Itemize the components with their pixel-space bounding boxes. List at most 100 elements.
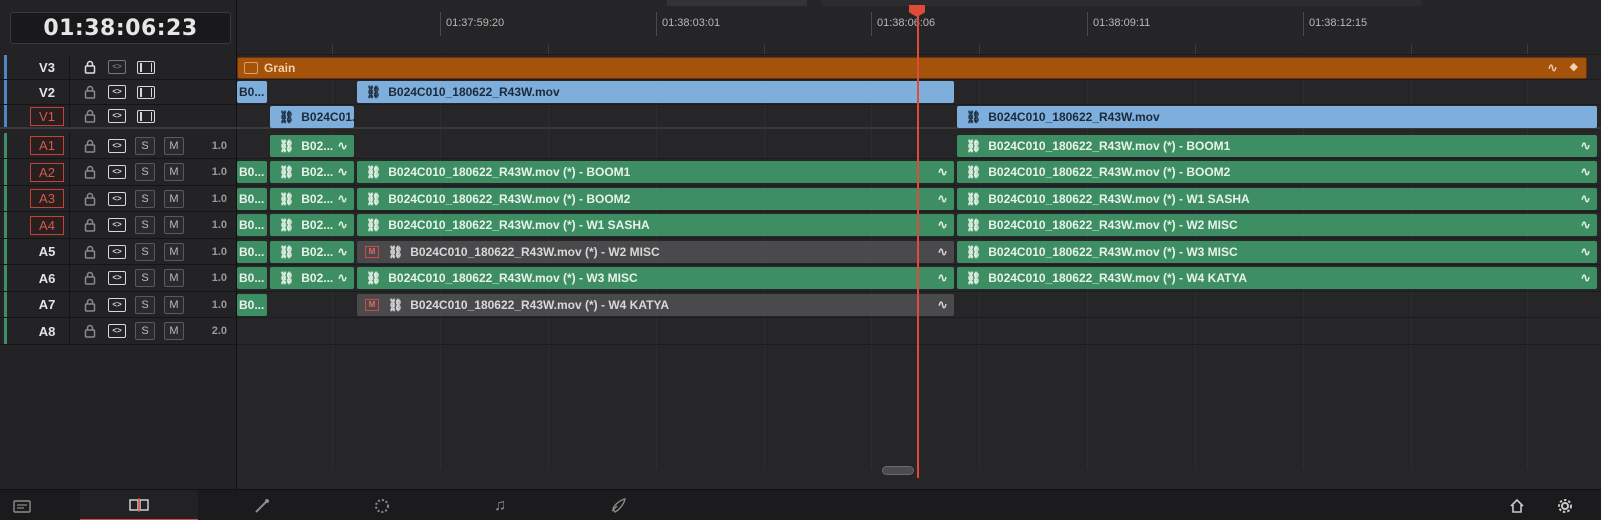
timecode-display[interactable]: 01:38:06:23 — [10, 12, 231, 44]
track-header-a5[interactable]: A5 <> S M 1.0 — [0, 239, 237, 265]
solo-button[interactable]: S — [135, 322, 155, 340]
audio-clip[interactable]: ⛓ B024C010_180622_R43W.mov (*) - W3 MISC ∿ — [957, 241, 1597, 263]
unlock-icon[interactable] — [82, 138, 98, 154]
track-header-v1[interactable]: V1 <> — [0, 105, 237, 129]
settings-button[interactable] — [1548, 490, 1582, 520]
audio-clip-muted[interactable]: M ⛓ B024C010_180622_R43W.mov (*) - W2 MISC… — [357, 241, 954, 263]
solo-button[interactable]: S — [135, 295, 155, 314]
track-header-a1[interactable]: A1 <> S M 1.0 — [0, 133, 237, 159]
audio-clip[interactable]: ⛓ B024C010_180622_R43W.mov (*) - W3 MISC ∿ — [357, 267, 954, 289]
auto-select-icon[interactable]: <> — [108, 109, 126, 123]
unlock-icon[interactable] — [82, 164, 98, 180]
video-clip[interactable]: ⛓ B024C01... — [270, 106, 354, 128]
track-name[interactable]: V3 — [30, 58, 64, 77]
track-name[interactable]: V1 — [30, 106, 64, 126]
audio-clip[interactable]: ⛓ B02... ∿ — [270, 188, 354, 210]
track-header-a6[interactable]: A6 <> S M 1.0 — [0, 265, 237, 292]
track-name[interactable]: A8 — [30, 322, 64, 341]
unlock-icon[interactable] — [82, 217, 98, 233]
auto-select-icon[interactable]: <> — [108, 165, 126, 179]
audio-clip[interactable]: ⛓ B024C010_180622_R43W.mov (*) - W1 SASHA… — [957, 188, 1597, 210]
unlock-icon[interactable] — [82, 108, 98, 124]
solo-button[interactable]: S — [135, 242, 155, 261]
media-page-tab[interactable] — [0, 490, 44, 520]
audio-clip[interactable]: ⛓ B02... ∿ — [270, 135, 354, 157]
track-header-a3[interactable]: A3 <> S M 1.0 — [0, 186, 237, 212]
audio-clip[interactable]: ⛓ B024C010_180622_R43W.mov (*) - BOOM1 ∿ — [957, 135, 1597, 157]
audio-clip[interactable]: B0... — [237, 161, 267, 183]
track-header-a7[interactable]: A7 <> S M 1.0 — [0, 292, 237, 318]
auto-select-icon[interactable]: <> — [108, 218, 126, 232]
solo-button[interactable]: S — [135, 136, 155, 155]
track-name[interactable]: V2 — [30, 83, 64, 102]
track-name[interactable]: A1 — [30, 136, 64, 155]
track-name[interactable]: A4 — [30, 215, 64, 235]
audio-clip[interactable]: ⛓ B02... ∿ — [270, 241, 354, 263]
track-name[interactable]: A7 — [30, 295, 64, 314]
unlock-icon[interactable] — [82, 270, 98, 286]
solo-button[interactable]: S — [135, 163, 155, 181]
track-header-a4[interactable]: A4 <> S M 1.0 — [0, 212, 237, 239]
mute-button[interactable]: M — [164, 216, 184, 234]
video-clip[interactable]: ⛓ B024C010_180622_R43W.mov — [357, 81, 954, 103]
audio-clip[interactable]: B0... — [237, 214, 267, 236]
track-name[interactable]: A5 — [30, 242, 64, 261]
audio-clip[interactable]: ⛓ B024C010_180622_R43W.mov (*) - W4 KATYA… — [957, 267, 1597, 289]
audio-clip[interactable]: ⛓ B024C010_180622_R43W.mov (*) - BOOM1 ∿ — [357, 161, 954, 183]
unlock-icon[interactable] — [82, 323, 98, 339]
track-name[interactable]: A2 — [30, 162, 64, 182]
color-page-tab[interactable] — [360, 490, 404, 520]
audio-clip[interactable]: B0... — [237, 241, 267, 263]
solo-button[interactable]: S — [135, 216, 155, 234]
playhead-line[interactable] — [917, 14, 919, 478]
unlock-icon[interactable] — [82, 244, 98, 260]
home-button[interactable] — [1500, 490, 1534, 520]
edit-page-tab[interactable] — [80, 490, 198, 520]
track-header-v2[interactable]: V2 <> — [0, 80, 237, 105]
auto-select-icon[interactable]: <> — [108, 244, 126, 259]
mute-button[interactable]: M — [164, 269, 184, 287]
video-enable-icon[interactable] — [137, 109, 155, 123]
mute-button[interactable]: M — [164, 322, 184, 340]
auto-select-icon[interactable]: <> — [108, 85, 126, 99]
track-name[interactable]: A3 — [30, 189, 64, 208]
mute-button[interactable]: M — [164, 295, 184, 314]
audio-clip[interactable]: ⛓ B02... ∿ — [270, 161, 354, 183]
unlock-icon[interactable] — [82, 84, 98, 100]
unlock-icon[interactable] — [82, 297, 98, 313]
solo-button[interactable]: S — [135, 269, 155, 287]
mute-button[interactable]: M — [164, 163, 184, 181]
video-clip[interactable]: B0... — [237, 81, 267, 103]
audio-clip[interactable]: B0... — [237, 188, 267, 210]
audio-clip[interactable]: ⛓ B024C010_180622_R43W.mov (*) - BOOM2 ∿ — [957, 161, 1597, 183]
video-enable-icon[interactable] — [137, 85, 155, 99]
auto-select-icon[interactable]: <> — [108, 271, 126, 285]
vertical-scroll-handle[interactable] — [882, 466, 914, 475]
video-enable-icon[interactable] — [137, 60, 155, 74]
lane-a8[interactable] — [237, 318, 1601, 345]
deliver-page-tab[interactable] — [596, 490, 640, 520]
audio-clip[interactable]: ⛓ B024C010_180622_R43W.mov (*) - BOOM2 ∿ — [357, 188, 954, 210]
solo-button[interactable]: S — [135, 189, 155, 208]
auto-select-icon[interactable]: <> — [108, 138, 126, 153]
auto-select-icon[interactable]: <> — [108, 191, 126, 206]
audio-clip[interactable]: ⛓ B02... ∿ — [270, 214, 354, 236]
audio-clip[interactable]: ⛓ B024C010_180622_R43W.mov (*) - W2 MISC ∿ — [957, 214, 1597, 236]
timeline-area[interactable]: 01:37:59:20 01:38:03:01 01:38:06:06 01:3… — [237, 0, 1601, 489]
audio-clip[interactable]: B0... — [237, 267, 267, 289]
track-header-v3[interactable]: V3 <> — [0, 55, 237, 80]
fairlight-page-tab[interactable]: ♫ — [478, 490, 522, 520]
audio-clip[interactable]: ⛓ B024C010_180622_R43W.mov (*) - W1 SASHA… — [357, 214, 954, 236]
track-header-a2[interactable]: A2 <> S M 1.0 — [0, 159, 237, 186]
mute-button[interactable]: M — [164, 136, 184, 155]
video-clip[interactable]: ⛓ B024C010_180622_R43W.mov — [957, 106, 1597, 128]
lock-icon[interactable] — [82, 59, 98, 75]
fusion-page-tab[interactable] — [240, 490, 284, 520]
track-header-a8[interactable]: A8 <> S M 2.0 — [0, 318, 237, 345]
track-name[interactable]: A6 — [30, 269, 64, 288]
audio-clip[interactable]: ⛓ B02... ∿ — [270, 267, 354, 289]
adjustment-clip-grain[interactable]: Grain ∿ ◆ — [237, 57, 1587, 79]
auto-select-icon[interactable]: <> — [108, 60, 126, 74]
mute-button[interactable]: M — [164, 242, 184, 261]
auto-select-icon[interactable]: <> — [108, 324, 126, 338]
